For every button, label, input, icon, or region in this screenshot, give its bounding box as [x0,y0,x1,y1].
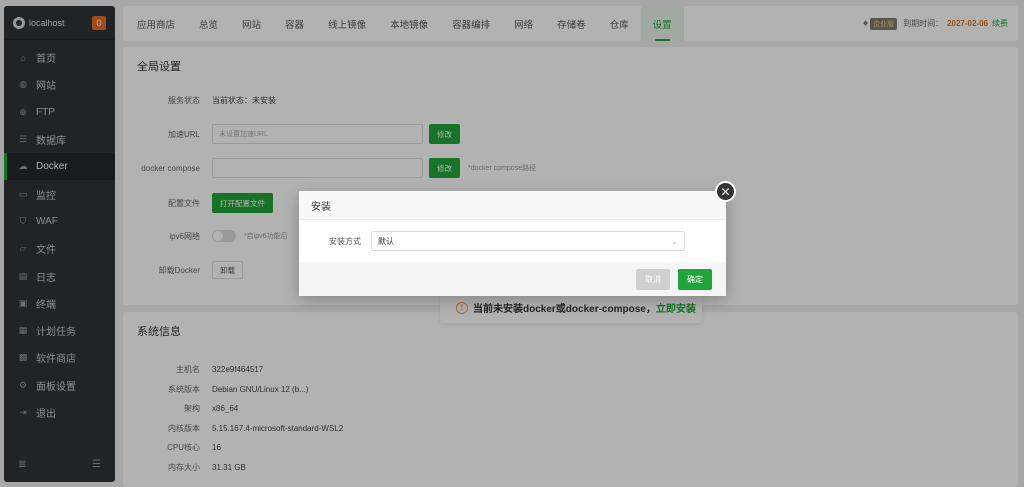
install-method-label: 安装方式 [329,236,361,246]
confirm-button[interactable]: 确定 [678,268,712,290]
dialog-body: 安装方式 默认 ⌄ [299,220,726,262]
close-icon[interactable]: ✕ [715,181,736,202]
install-dialog: 安装 安装方式 默认 ⌄ 取消 确定 [299,191,726,296]
dialog-title: 安装 [299,191,726,220]
install-method-value: 默认 [378,236,394,246]
cancel-button[interactable]: 取消 [636,268,670,290]
dialog-footer: 取消 确定 [299,262,726,296]
chevron-down-icon: ⌄ [671,236,678,246]
install-method-select[interactable]: 默认 ⌄ [371,231,685,251]
